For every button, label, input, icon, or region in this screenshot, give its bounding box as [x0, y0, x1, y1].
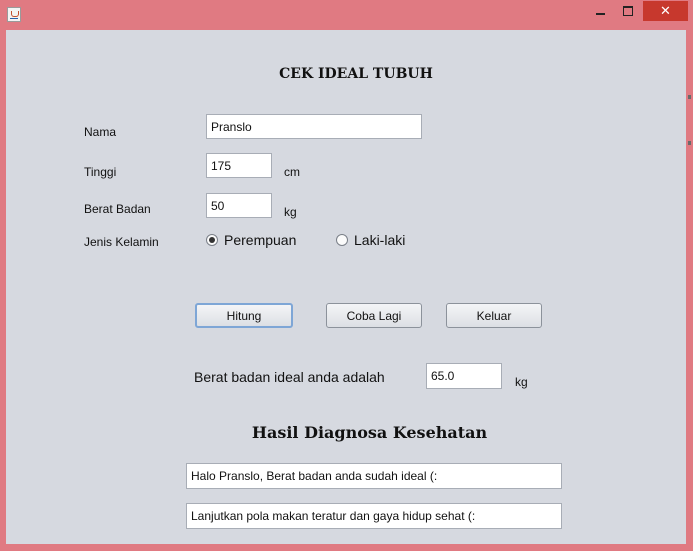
- result-field[interactable]: 65.0: [426, 363, 502, 389]
- content-panel: CEK IDEAL TUBUH Nama Pranslo Tinggi 175 …: [6, 30, 686, 544]
- java-cup-icon[interactable]: [7, 7, 21, 22]
- maximize-button[interactable]: [615, 1, 641, 21]
- diagnosis-line-1[interactable]: Halo Pranslo, Berat badan anda sudah ide…: [186, 463, 562, 489]
- maximize-icon: [623, 6, 633, 16]
- tinggi-unit: cm: [284, 165, 300, 179]
- close-icon: ✕: [660, 3, 671, 19]
- nama-input[interactable]: Pranslo: [206, 114, 422, 139]
- hitung-button[interactable]: Hitung: [195, 303, 293, 328]
- diagnosis-line-2[interactable]: Lanjutkan pola makan teratur dan gaya hi…: [186, 503, 562, 529]
- radio-perempuan[interactable]: Perempuan: [206, 232, 296, 248]
- berat-input[interactable]: 50: [206, 193, 272, 218]
- radio-unselected-icon[interactable]: [336, 234, 348, 246]
- page-title: CEK IDEAL TUBUH: [279, 66, 433, 82]
- edge-mark: [688, 95, 691, 99]
- radio-laki-laki[interactable]: Laki-laki: [336, 232, 405, 248]
- result-label: Berat badan ideal anda adalah: [194, 369, 385, 385]
- close-button[interactable]: ✕: [643, 1, 688, 21]
- nama-label: Nama: [84, 125, 117, 139]
- tinggi-label: Tinggi: [84, 165, 117, 179]
- edge-mark: [688, 141, 691, 145]
- result-unit: kg: [515, 375, 528, 389]
- tinggi-input[interactable]: 175: [206, 153, 272, 178]
- keluar-button[interactable]: Keluar: [446, 303, 542, 328]
- title-bar[interactable]: ✕: [0, 0, 693, 30]
- diagnosis-title: Hasil Diagnosa Kesehatan: [251, 423, 488, 442]
- jenis-kelamin-label: Jenis Kelamin: [84, 235, 159, 249]
- app-window: ✕ CEK IDEAL TUBUH Nama Pranslo Tinggi 17…: [0, 0, 693, 551]
- radio-laki-laki-label: Laki-laki: [354, 232, 406, 248]
- berat-unit: kg: [284, 205, 297, 219]
- radio-selected-icon[interactable]: [206, 234, 218, 246]
- coba-lagi-button[interactable]: Coba Lagi: [326, 303, 422, 328]
- minimize-icon: [595, 13, 605, 15]
- minimize-button[interactable]: [587, 1, 613, 21]
- radio-perempuan-label: Perempuan: [224, 232, 297, 248]
- berat-label: Berat Badan: [84, 202, 151, 216]
